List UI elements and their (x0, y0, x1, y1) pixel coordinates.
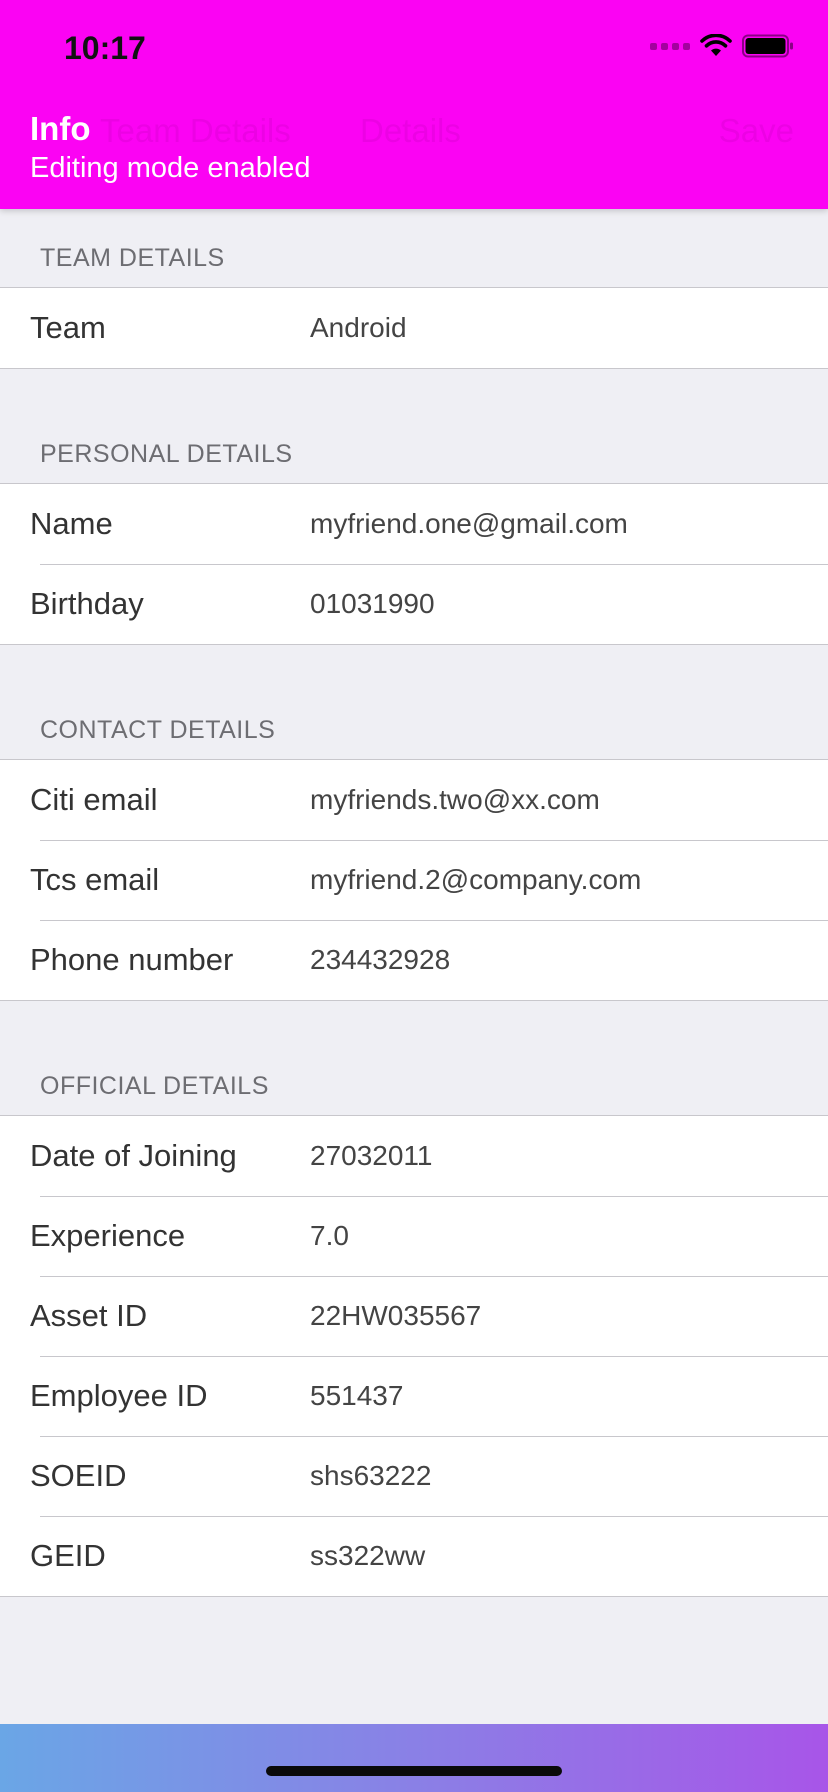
nav-title-ghost: Details (360, 112, 461, 149)
back-button-ghost[interactable]: Team Details (100, 112, 291, 150)
tcs-email-value-field[interactable]: myfriend.2@company.com (310, 864, 641, 896)
row-label: Tcs email (30, 862, 160, 897)
toast-subtitle: Editing mode enabled (30, 152, 311, 184)
row-soeid[interactable]: SOEID shs63222 (0, 1436, 828, 1516)
phone-number-value-field[interactable]: 234432928 (310, 944, 450, 976)
row-tcs-email[interactable]: Tcs email myfriend.2@company.com (0, 840, 828, 920)
home-indicator[interactable] (266, 1766, 562, 1776)
row-citi-email[interactable]: Citi email myfriends.two@xx.com (0, 760, 828, 840)
row-label: Team (30, 310, 106, 345)
toast-title: Info (30, 110, 91, 147)
status-icons (650, 34, 794, 58)
team-value-field[interactable]: Android (310, 312, 407, 344)
row-label: SOEID (30, 1458, 127, 1493)
row-label: GEID (30, 1538, 106, 1573)
status-time: 10:17 (64, 30, 146, 66)
official-details-group: Date of Joining 27032011 Experience 7.0 … (0, 1115, 828, 1597)
personal-details-group: Name myfriend.one@gmail.com Birthday 010… (0, 483, 828, 645)
team-details-group: Team Android (0, 287, 828, 369)
bottom-gradient-bar (0, 1724, 828, 1792)
contact-details-group: Citi email myfriends.two@xx.com Tcs emai… (0, 759, 828, 1001)
citi-email-value-field[interactable]: myfriends.two@xx.com (310, 784, 600, 816)
birthday-value-field[interactable]: 01031990 (310, 588, 435, 620)
geid-value-field[interactable]: ss322ww (310, 1540, 425, 1572)
row-label: Date of Joining (30, 1138, 237, 1173)
battery-icon (742, 34, 794, 58)
row-team[interactable]: Team Android (0, 288, 828, 368)
name-value-field[interactable]: myfriend.one@gmail.com (310, 508, 628, 540)
wifi-icon (700, 34, 732, 58)
row-label: Experience (30, 1218, 186, 1253)
date-of-joining-value-field[interactable]: 27032011 (310, 1140, 433, 1172)
row-label: Asset ID (30, 1298, 148, 1333)
row-experience[interactable]: Experience 7.0 (0, 1196, 828, 1276)
row-name[interactable]: Name myfriend.one@gmail.com (0, 484, 828, 564)
row-label: Employee ID (30, 1378, 208, 1413)
row-label: Name (30, 506, 113, 541)
soeid-value-field[interactable]: shs63222 (310, 1460, 431, 1492)
row-label: Birthday (30, 586, 144, 621)
experience-value-field[interactable]: 7.0 (310, 1220, 349, 1252)
cellular-signal-icon (650, 42, 690, 50)
row-asset-id[interactable]: Asset ID 22HW035567 (0, 1276, 828, 1356)
row-label: Citi email (30, 782, 158, 817)
row-date-of-joining[interactable]: Date of Joining 27032011 (0, 1116, 828, 1196)
section-header-team-details: TEAM DETAILS (40, 244, 225, 272)
details-table: TEAM DETAILS Team Android PERSONAL DETAI… (0, 209, 828, 1597)
row-birthday[interactable]: Birthday 01031990 (0, 564, 828, 644)
row-phone-number[interactable]: Phone number 234432928 (0, 920, 828, 1000)
asset-id-value-field[interactable]: 22HW035567 (310, 1300, 481, 1332)
row-employee-id[interactable]: Employee ID 551437 (0, 1356, 828, 1436)
save-button-ghost[interactable]: Save (719, 112, 794, 150)
employee-id-value-field[interactable]: 551437 (310, 1380, 403, 1412)
section-header-contact-details: CONTACT DETAILS (40, 716, 276, 744)
navigation-header: 10:17 Team Details Details Save Info Edi… (0, 0, 828, 209)
row-label: Phone number (30, 942, 234, 977)
section-header-personal-details: PERSONAL DETAILS (40, 440, 293, 468)
section-header-official-details: OFFICIAL DETAILS (40, 1072, 269, 1100)
row-geid[interactable]: GEID ss322ww (0, 1516, 828, 1596)
info-screen: 10:17 Team Details Details Save Info Edi… (0, 0, 828, 1792)
